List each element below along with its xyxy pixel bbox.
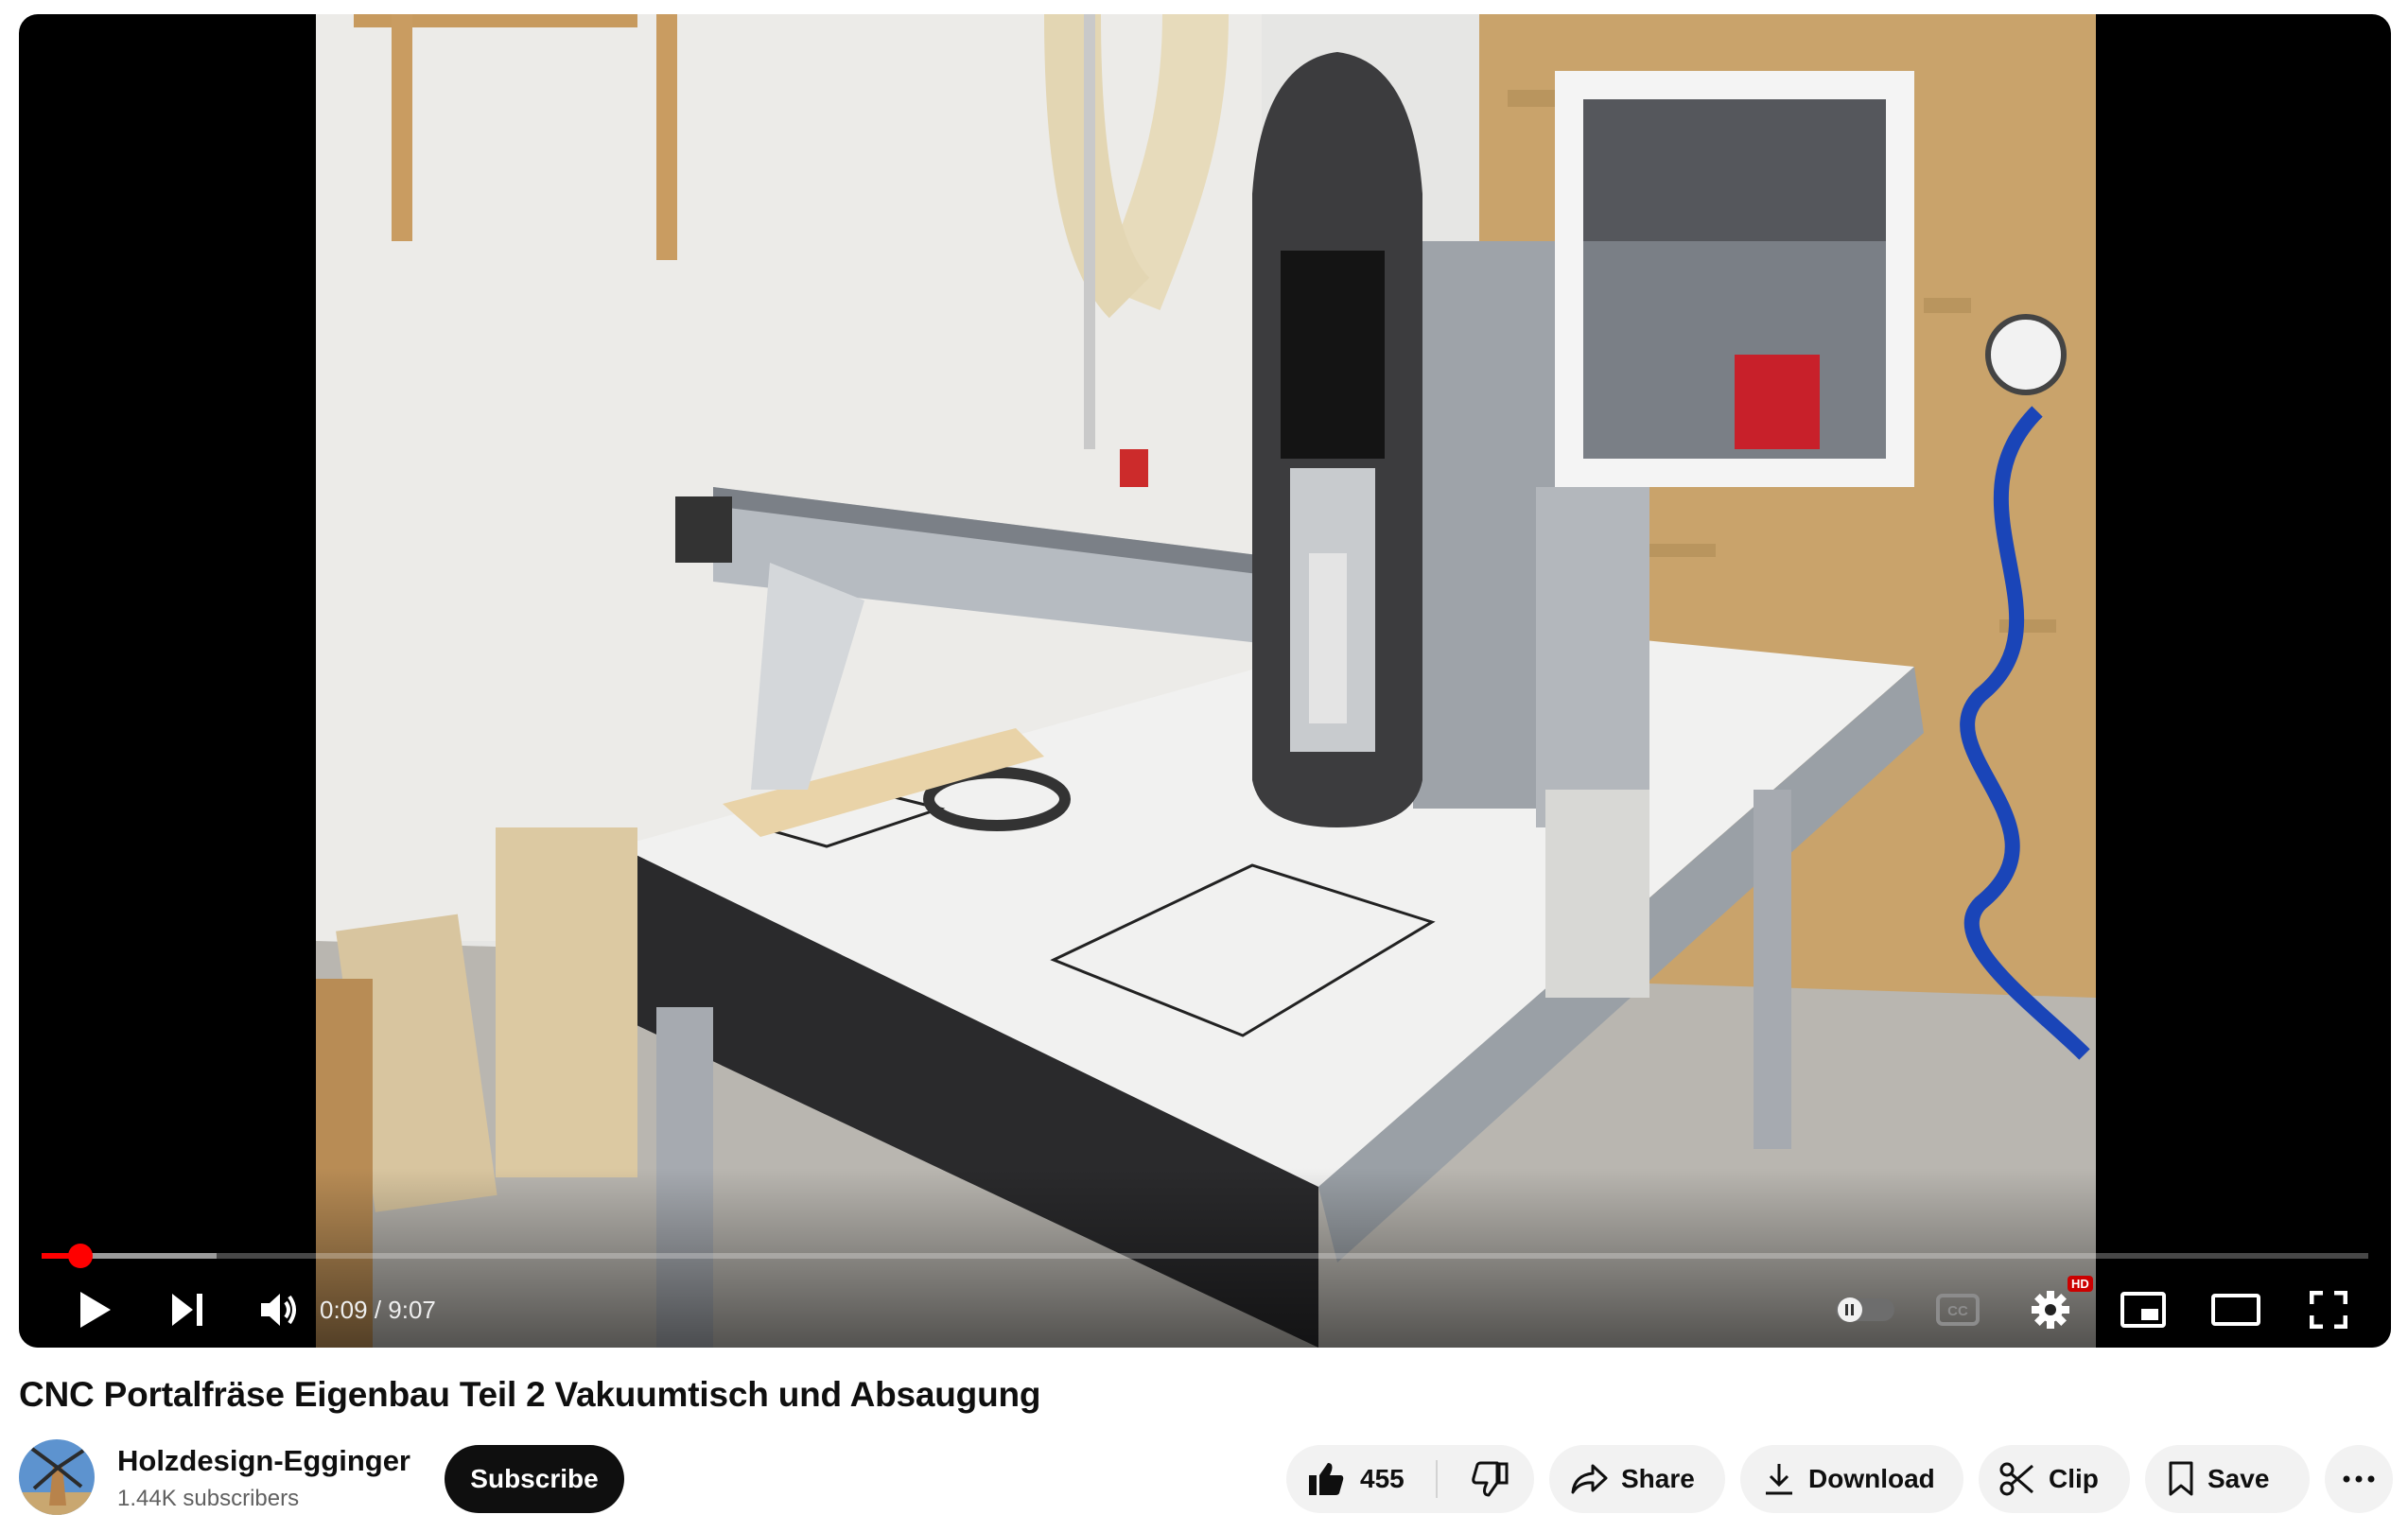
dislike-button[interactable] — [1447, 1445, 1534, 1513]
progress-bar[interactable] — [42, 1244, 2368, 1268]
captions-icon: CC — [1936, 1294, 1980, 1326]
volume-icon — [261, 1294, 296, 1326]
progress-scrubber[interactable] — [67, 1244, 93, 1268]
play-icon — [80, 1292, 111, 1328]
thumbs-down-icon — [1472, 1461, 1509, 1497]
download-label: Download — [1808, 1464, 1935, 1493]
miniplayer-button[interactable] — [2105, 1272, 2181, 1348]
bookmark-icon — [2168, 1461, 2194, 1497]
miniplayer-icon — [2120, 1292, 2166, 1328]
video-title: CNC Portalfräse Eigenbau Teil 2 Vakuumti… — [19, 1375, 1041, 1414]
download-icon — [1763, 1462, 1795, 1496]
svg-text:CC: CC — [1947, 1303, 1968, 1319]
next-button[interactable] — [149, 1272, 225, 1348]
next-icon — [172, 1294, 202, 1326]
share-label: Share — [1621, 1464, 1695, 1493]
thumbs-up-icon — [1307, 1461, 1345, 1497]
theater-icon — [2211, 1294, 2260, 1326]
share-icon — [1570, 1463, 1608, 1495]
clip-label: Clip — [2049, 1464, 2099, 1493]
video-frame[interactable] — [316, 14, 2096, 1348]
share-button[interactable]: Share — [1549, 1445, 1725, 1513]
play-button[interactable] — [57, 1272, 132, 1348]
like-button[interactable]: 455 — [1286, 1445, 1405, 1513]
subscriber-count: 1.44K subscribers — [117, 1486, 300, 1511]
subscribe-button[interactable]: Subscribe — [445, 1445, 624, 1513]
autoplay-toggle[interactable] — [1827, 1272, 1903, 1348]
gear-icon — [2032, 1291, 2069, 1329]
like-separator — [1436, 1460, 1438, 1498]
captions-button[interactable]: CC — [1920, 1272, 1996, 1348]
mute-button[interactable] — [242, 1272, 318, 1348]
more-icon — [2343, 1475, 2375, 1483]
more-actions-button[interactable] — [2325, 1445, 2393, 1513]
autoplay-toggle-icon — [1836, 1297, 1894, 1322]
scissors-icon — [1999, 1461, 2035, 1497]
save-button[interactable]: Save — [2145, 1445, 2310, 1513]
progress-track — [42, 1253, 2368, 1259]
clip-button[interactable]: Clip — [1979, 1445, 2130, 1513]
video-frame-image — [316, 14, 2096, 1348]
fullscreen-button[interactable] — [2291, 1272, 2366, 1348]
download-button[interactable]: Download — [1740, 1445, 1963, 1513]
theater-button[interactable] — [2198, 1272, 2274, 1348]
channel-avatar[interactable] — [19, 1439, 95, 1515]
fullscreen-icon — [2310, 1291, 2347, 1329]
like-count: 455 — [1360, 1464, 1405, 1493]
video-player[interactable]: 0:09 / 9:07 CC HD — [19, 14, 2391, 1348]
like-dislike-bar: 455 — [1286, 1445, 1534, 1513]
time-display: 0:09 / 9:07 — [320, 1296, 436, 1324]
save-label: Save — [2207, 1464, 2270, 1493]
hd-badge: HD — [2068, 1276, 2093, 1292]
avatar-image — [19, 1439, 95, 1515]
channel-name[interactable]: Holzdesign-Egginger — [117, 1443, 410, 1479]
